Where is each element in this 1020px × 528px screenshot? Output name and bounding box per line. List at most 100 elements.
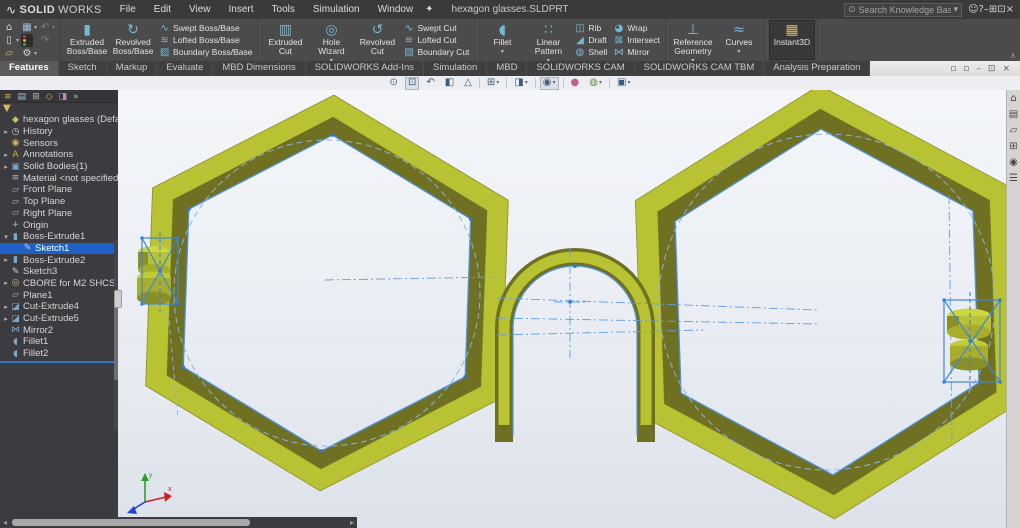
dropdown-arrow-icon[interactable]: ▾ — [525, 78, 528, 88]
restore-window-icon[interactable]: ⊡ — [997, 4, 1005, 15]
expand-arrow-icon[interactable]: ▸ — [2, 256, 10, 264]
menu-window[interactable]: Window — [370, 2, 422, 17]
menu-edit[interactable]: Edit — [146, 2, 179, 17]
expand-arrow-icon[interactable]: ▸ — [2, 279, 10, 287]
expand-arrow-icon[interactable]: ▾ — [2, 233, 10, 241]
expand-arrow-icon[interactable]: ▸ — [2, 315, 10, 323]
tab-sketch[interactable]: Sketch — [59, 61, 107, 76]
tab-mbd-dimensions[interactable]: MBD Dimensions — [213, 61, 306, 76]
revolved-cut-button[interactable]: ↺ Revolved Cut — [354, 20, 400, 60]
fillet-button[interactable]: ◖ Fillet ▾ — [479, 20, 525, 60]
instant3d-button[interactable]: ▦ Instant3D — [768, 20, 815, 60]
custom-properties-button[interactable]: ☰ — [1009, 173, 1018, 184]
expand-arrow-icon[interactable]: ▸ — [2, 303, 10, 311]
previous-view-button[interactable]: ↶ — [423, 77, 437, 90]
panel-tab-dimxpert-manager[interactable]: ◇ — [46, 91, 53, 102]
dropdown-arrow-icon[interactable]: ▾ — [496, 78, 499, 88]
panel-horizontal-scrollbar[interactable]: ◂ ▸ — [0, 517, 357, 528]
tree-item-plane1[interactable]: ▱ Plane1 — [0, 289, 118, 301]
tree-item-sketch1[interactable]: ✎ Sketch1 — [0, 242, 118, 255]
hole-wizard-button[interactable]: ◎Hole Wizard▾ — [308, 20, 354, 65]
rebuild-button[interactable] — [21, 33, 37, 47]
tree-item-annotations[interactable]: ▸ A Annotations — [0, 149, 118, 161]
dropdown-arrow-icon[interactable]: ▾ — [16, 37, 19, 44]
menu-tools[interactable]: Tools — [264, 2, 303, 17]
dropdown-arrow-icon[interactable]: ▾ — [34, 24, 37, 31]
revolved-boss-base-button[interactable]: ↻ Revolved Boss/Base — [110, 20, 156, 60]
close-doc-icon[interactable]: × — [1002, 64, 1010, 74]
minimize-doc-icon[interactable]: – — [976, 64, 981, 74]
open-button[interactable]: ▱ — [3, 47, 19, 60]
tree-item-right-plane[interactable]: ▱ Right Plane — [0, 208, 118, 220]
tree-item-boss-extrude1[interactable]: ▾ ▮ Boss-Extrude1 — [0, 231, 118, 243]
menu-insert[interactable]: Insert — [221, 2, 262, 17]
expand-arrow-icon[interactable]: ▸ — [2, 163, 10, 171]
left-lens[interactable] — [142, 90, 512, 497]
window-grid-icon[interactable]: ⊞ — [989, 4, 997, 15]
expand-arrow-icon[interactable]: ▸ — [2, 128, 10, 136]
boundary-cut-button[interactable]: ▧ Boundary Cut — [403, 46, 469, 58]
boundary-boss-base-button[interactable]: ▨ Boundary Boss/Base — [159, 46, 253, 58]
model-canvas[interactable]: y x — [118, 90, 1006, 528]
horizontal-scrollbar-thumb[interactable] — [12, 519, 250, 526]
tree-item-front-plane[interactable]: ▱ Front Plane — [0, 184, 118, 196]
tree-vertical-scrollbar[interactable] — [114, 240, 118, 430]
lofted-boss-base-button[interactable]: ≋ Lofted Boss/Base — [159, 34, 252, 46]
apply-scene-button[interactable]: ◍ ▾ — [586, 77, 605, 90]
save-button[interactable]: ▦ ▾ — [21, 21, 37, 34]
dropdown-arrow-icon[interactable]: ▾ — [34, 50, 37, 57]
tree-item-sketch3[interactable]: ✎ Sketch3 — [0, 266, 118, 278]
tab-simulation[interactable]: Simulation — [424, 61, 488, 76]
expand-arrow-icon[interactable]: ▸ — [2, 151, 10, 159]
collapse-ribbon-chevron-icon[interactable]: ∧ — [1010, 51, 1016, 60]
tree-scrollbar-thumb[interactable] — [114, 300, 118, 380]
extruded-cut-button[interactable]: ▥ Extruded Cut — [262, 20, 308, 60]
view-palette-button[interactable]: ⊞ — [1009, 141, 1017, 152]
tree-item-hexagon-glasses-default-defa[interactable]: ◆ hexagon glasses (Default) <<Defa — [0, 114, 118, 126]
bridge[interactable] — [495, 248, 655, 442]
view-settings-button[interactable]: ▣ ▾ — [614, 77, 633, 90]
dropdown-arrow-icon[interactable]: ▾ — [52, 24, 55, 31]
rib-button[interactable]: ◫ Rib — [574, 22, 607, 34]
linear-pattern-button[interactable]: ∷Linear Pattern▾ — [525, 20, 571, 65]
search-dropdown-icon[interactable]: ▾ — [954, 5, 959, 15]
user-account-icon[interactable]: ☺ — [968, 4, 978, 15]
shell-button[interactable]: ◍ Shell — [574, 46, 608, 58]
tree-item-material-not-specified[interactable]: ≡ Material <not specified> — [0, 172, 118, 184]
tree-item-mirror2[interactable]: ⋈ Mirror2 — [0, 324, 118, 336]
section-view-button[interactable]: ◧ — [442, 77, 457, 90]
hide-show-items-button[interactable]: ◉ ▾ — [539, 76, 559, 90]
pane-right-icon[interactable]: ▫ — [963, 64, 969, 74]
scroll-right-arrow-icon[interactable]: ▸ — [347, 518, 357, 527]
graphics-viewport[interactable]: y x — [118, 90, 1006, 528]
taskpane-home-button[interactable]: ⌂ — [1010, 93, 1016, 104]
panel-splitter-handle[interactable] — [114, 290, 122, 308]
tree-filter-row[interactable]: ▼ — [0, 103, 118, 114]
panel-tab-property-manager[interactable]: ▤ — [18, 91, 27, 102]
restore-doc-icon[interactable]: ⊡ — [988, 64, 996, 74]
tree-item-fillet1[interactable]: ◖ Fillet1 — [0, 336, 118, 348]
panel-tab-display-manager[interactable]: ◨ — [59, 91, 68, 102]
search-input[interactable] — [858, 4, 951, 15]
file-explorer-button[interactable]: ▱ — [1010, 125, 1018, 136]
dropdown-arrow-icon[interactable]: ▾ — [599, 78, 602, 88]
tab-markup[interactable]: Markup — [107, 61, 158, 76]
tab-solidworks-cam[interactable]: SOLIDWORKS CAM — [527, 61, 635, 76]
panel-tab-configuration-manager[interactable]: ⊞ — [32, 91, 40, 102]
tab-analysis-preparation[interactable]: Analysis Preparation — [764, 61, 871, 76]
appearances-button[interactable]: ◉ — [1009, 157, 1018, 168]
reference-geometry-button[interactable]: ⊥Reference Geometry▾ — [670, 20, 716, 65]
panel-tab-tab-overflow[interactable]: » — [73, 91, 79, 102]
pin-icon[interactable]: ✦ — [425, 4, 433, 15]
menu-view[interactable]: View — [181, 2, 219, 17]
menu-file[interactable]: File — [112, 2, 144, 17]
tab-solidworks-cam-tbm[interactable]: SOLIDWORKS CAM TBM — [635, 61, 765, 76]
intersect-button[interactable]: ⊠ Intersect — [613, 34, 660, 46]
scroll-left-arrow-icon[interactable]: ◂ — [0, 518, 10, 527]
draft-button[interactable]: ◢ Draft — [574, 34, 607, 46]
tree-item-top-plane[interactable]: ▱ Top Plane — [0, 196, 118, 208]
tab-features[interactable]: Features — [0, 61, 59, 76]
options-button[interactable]: ⚙ ▾ — [21, 47, 38, 60]
new-file-button[interactable]: ▯ ▾ — [3, 34, 19, 47]
swept-boss-base-button[interactable]: ∿ Swept Boss/Base — [159, 22, 252, 34]
